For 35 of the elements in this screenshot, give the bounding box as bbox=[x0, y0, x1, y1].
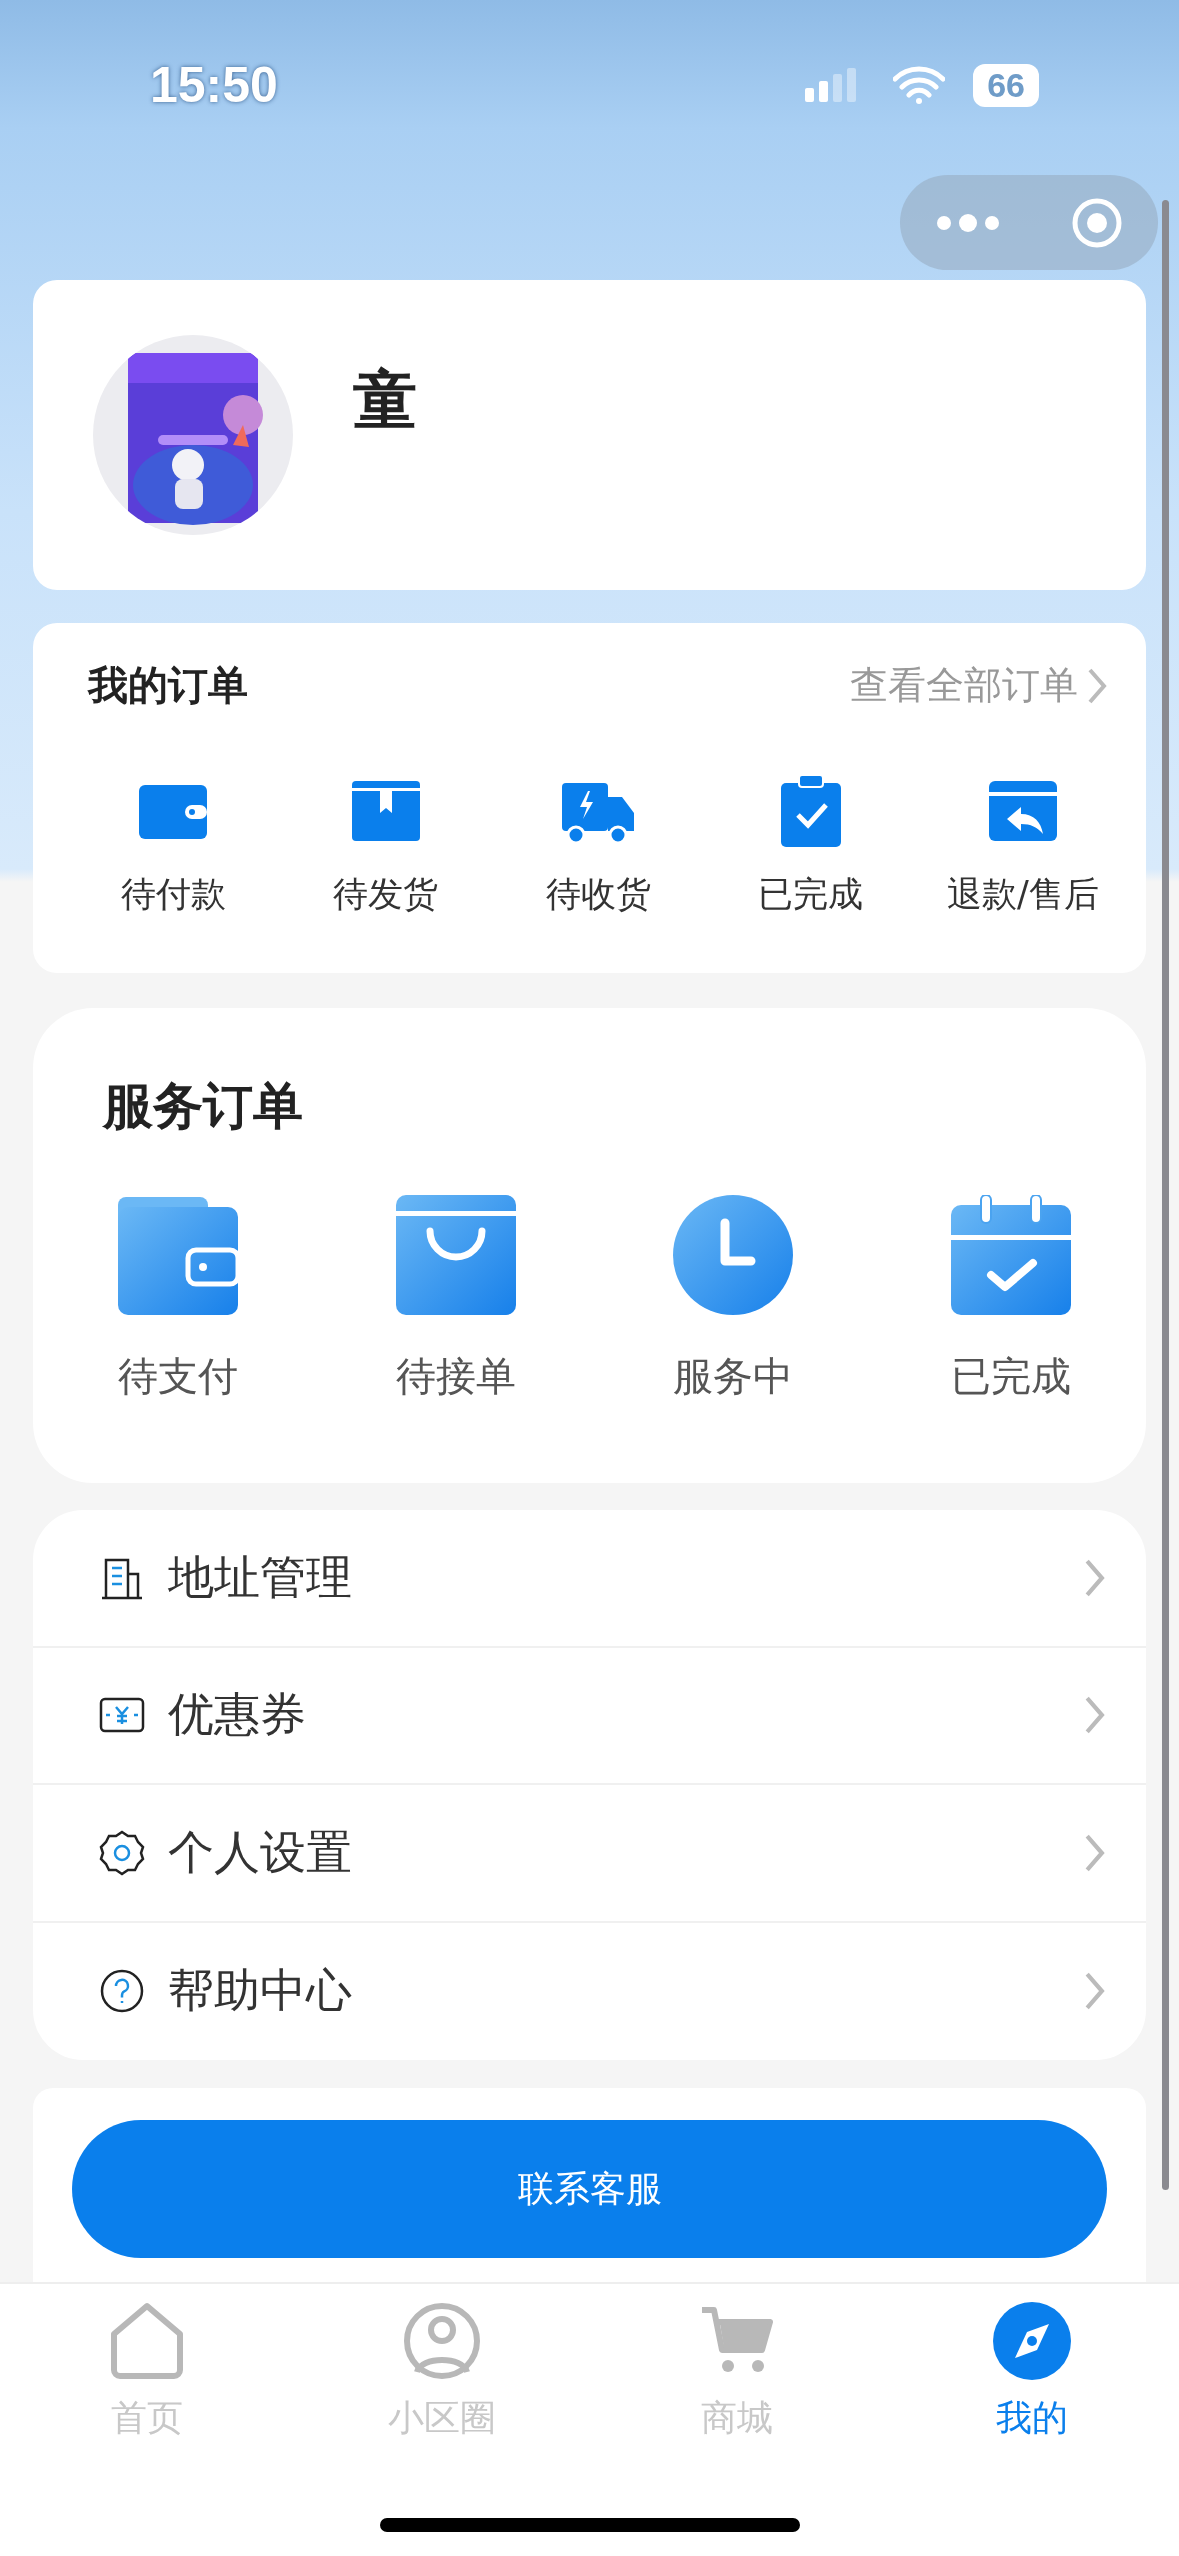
more-icon[interactable] bbox=[935, 212, 1000, 233]
menu-label: 帮助中心 bbox=[168, 1962, 353, 2020]
contact-service-button[interactable]: 联系客服 bbox=[72, 2120, 1107, 2258]
service-status-label[interactable]: 已完成 bbox=[950, 1349, 1071, 1404]
bag-icon bbox=[395, 1195, 516, 1315]
menu-item[interactable]: 地址管理 bbox=[33, 1510, 1146, 1648]
status-time: 15:50 bbox=[150, 56, 278, 114]
tab-label: 我的 bbox=[995, 2396, 1068, 2440]
clock-icon bbox=[673, 1195, 794, 1315]
menu-label: 优惠券 bbox=[168, 1686, 307, 1744]
menu-label: 个人设置 bbox=[168, 1823, 353, 1881]
order-status-label[interactable]: 已完成 bbox=[758, 871, 863, 918]
wifi-icon bbox=[893, 66, 946, 104]
section-title: 我的订单 bbox=[88, 661, 248, 710]
order-status-label[interactable]: 待付款 bbox=[120, 871, 226, 918]
calendar-icon bbox=[950, 1195, 1071, 1315]
order-status-label[interactable]: 退款/售后 bbox=[947, 871, 1099, 918]
menu-label: 地址管理 bbox=[168, 1548, 353, 1606]
menu-item[interactable]: 优惠券 bbox=[33, 1647, 1146, 1785]
section-title: 服务订单 bbox=[103, 1076, 304, 1137]
order-status-label[interactable]: 待发货 bbox=[333, 871, 438, 918]
tab-item[interactable]: 我的 bbox=[931, 2302, 1132, 2443]
close-icon[interactable] bbox=[1070, 196, 1123, 249]
gear-icon bbox=[98, 1828, 146, 1877]
wallet-icon bbox=[118, 1195, 238, 1315]
service-status-label[interactable]: 服务中 bbox=[673, 1349, 794, 1404]
order-status-label[interactable]: 待收货 bbox=[545, 871, 651, 918]
compass-icon bbox=[992, 2302, 1071, 2380]
person-icon bbox=[403, 2302, 482, 2380]
menu-item[interactable]: 个人设置 bbox=[33, 1785, 1146, 1923]
service-status-label[interactable]: 待支付 bbox=[118, 1349, 238, 1404]
user-name: 童 bbox=[353, 361, 417, 439]
menu-item[interactable]: 帮助中心 bbox=[33, 1922, 1146, 2060]
battery-level: 66 bbox=[973, 63, 1039, 107]
service-status-label[interactable]: 待接单 bbox=[395, 1349, 516, 1404]
